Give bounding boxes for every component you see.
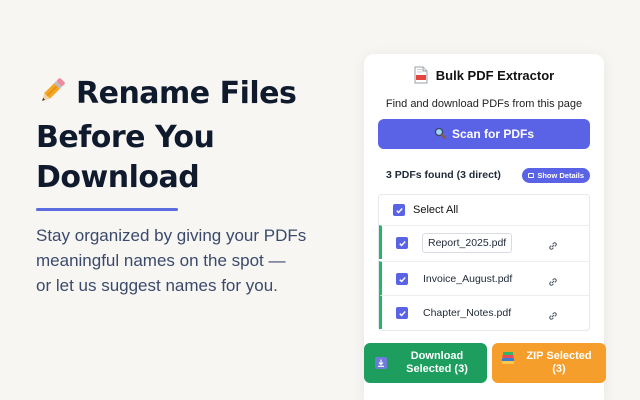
popup-header: Bulk PDF Extractor Find and download PDF… — [364, 66, 604, 110]
popup-description: Find and download PDFs from this page — [385, 98, 583, 110]
popup-title-text: Bulk PDF Extractor — [435, 67, 555, 83]
hero-subtitle-line-1: Stay organized by giving your PDFs — [36, 226, 307, 245]
archive-books-icon — [501, 351, 515, 365]
scan-button-label: Scan for PDFs — [451, 127, 535, 141]
zip-label-line-1: ZIP Selected — [526, 350, 592, 362]
file-row-report: Report_2025.pdf — [379, 225, 589, 259]
details-icon — [528, 172, 535, 178]
hero-title-line-2: Before You — [36, 120, 215, 155]
download-label-line-2: Selected (3) — [406, 363, 468, 375]
results-summary: 3 PDFs found (3 direct) Show Details — [386, 166, 590, 184]
pdfs-found-count: 3 PDFs found (3 direct) — [386, 169, 501, 181]
zip-button-label: ZIP Selected (3) — [518, 350, 600, 376]
scan-for-pdfs-button[interactable]: Scan for PDFs — [378, 119, 590, 149]
hero-underline — [36, 208, 178, 211]
hero-title-line-1: Rename Files — [36, 74, 346, 118]
zip-label-line-2: (3) — [552, 363, 566, 375]
hero-subtitle-line-3: or let us suggest names for you. — [36, 276, 278, 295]
extension-popup: Bulk PDF Extractor Find and download PDF… — [364, 54, 606, 400]
link-icon[interactable] — [548, 308, 558, 320]
file-checkbox[interactable] — [396, 307, 408, 319]
hero-title-line-3: Download — [36, 160, 200, 195]
zip-selected-button[interactable]: ZIP Selected (3) — [492, 343, 606, 383]
select-all-row[interactable]: Select All — [393, 204, 458, 216]
pdf-file-icon — [414, 66, 428, 84]
file-row-invoice: Invoice_August.pdf — [379, 261, 589, 295]
download-selected-button[interactable]: Download Selected (3) — [364, 343, 487, 383]
download-button-label: Download Selected (3) — [394, 350, 480, 376]
download-label-line-1: Download — [410, 350, 464, 362]
filename-label[interactable]: Chapter_Notes.pdf — [423, 307, 511, 319]
hero-title: Rename Files Before You Download — [36, 74, 346, 198]
link-icon[interactable] — [548, 274, 558, 286]
file-checkbox[interactable] — [396, 273, 408, 285]
file-row-chapter: Chapter_Notes.pdf — [379, 295, 589, 329]
show-details-button[interactable]: Show Details — [522, 167, 590, 183]
show-details-label: Show Details — [537, 170, 584, 180]
hero-title-text-1: Rename Files — [76, 76, 297, 111]
file-checkbox[interactable] — [396, 237, 408, 249]
filename-label[interactable]: Invoice_August.pdf — [423, 273, 512, 285]
filename-input[interactable]: Report_2025.pdf — [422, 232, 513, 253]
download-icon — [375, 357, 387, 369]
select-all-label: Select All — [413, 204, 459, 216]
select-all-checkbox[interactable] — [393, 204, 405, 216]
magnifier-icon — [434, 127, 446, 142]
pencil-icon — [36, 75, 68, 118]
hero-subtitle: Stay organized by giving your PDFs meani… — [36, 223, 346, 298]
pdf-file-list: Select All Report_2025.pdf Invoice_Augus… — [378, 194, 590, 331]
link-icon[interactable] — [548, 238, 558, 250]
hero-subtitle-line-2: meaningful names on the spot — — [36, 251, 286, 270]
hero-section: Rename Files Before You Download Stay or… — [36, 74, 346, 298]
popup-title: Bulk PDF Extractor — [414, 66, 554, 84]
